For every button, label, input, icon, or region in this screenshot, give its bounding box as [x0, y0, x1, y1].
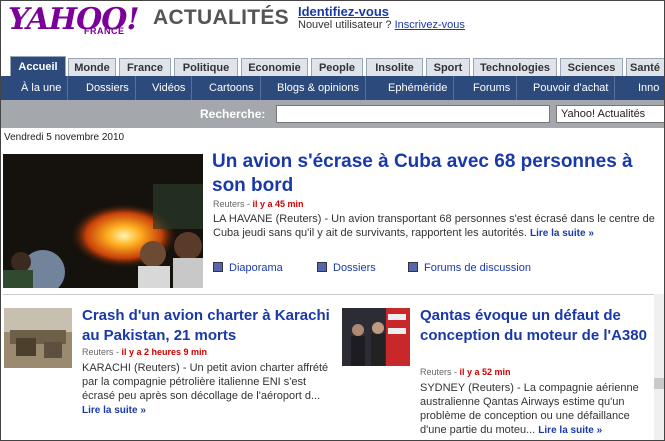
- subnav-forums[interactable]: Forums: [467, 76, 518, 100]
- folder-icon: [317, 262, 327, 272]
- tab-economie[interactable]: Economie: [241, 58, 308, 76]
- story-image-karachi[interactable]: [4, 308, 72, 368]
- story-source: Reuters - il y a 52 min: [420, 367, 511, 377]
- source-name: Reuters: [82, 347, 114, 357]
- dossiers-link[interactable]: Dossiers: [317, 262, 376, 274]
- forums-link[interactable]: Forums de discussion: [408, 262, 531, 274]
- tab-politique[interactable]: Politique: [174, 58, 238, 76]
- subnav-blogs-opinions[interactable]: Blogs & opinions: [271, 76, 366, 100]
- current-date: Vendredi 5 novembre 2010: [4, 132, 125, 143]
- search-bar: Recherche: Yahoo! Actualités: [0, 100, 665, 128]
- tab-insolite[interactable]: Insolite: [366, 58, 423, 76]
- tab-accueil[interactable]: Accueil: [10, 56, 66, 76]
- read-more-link[interactable]: Lire la suite »: [538, 425, 602, 436]
- register-link[interactable]: Inscrivez-vous: [395, 19, 465, 31]
- story-source: Reuters - il y a 2 heures 9 min: [82, 347, 208, 357]
- read-more-link[interactable]: Lire la suite »: [82, 405, 146, 416]
- search-label: Recherche:: [200, 107, 266, 121]
- story-summary: KARACHI (Reuters) - Un petit avion chart…: [82, 361, 330, 418]
- plane-crash-photo: [3, 154, 203, 288]
- story-summary-text: SYDNEY (Reuters) - La compagnie aérienne…: [420, 382, 639, 436]
- subnav-a-la-une[interactable]: À la une: [15, 76, 69, 100]
- subnav-dossiers[interactable]: Dossiers: [80, 76, 136, 100]
- vertical-scrollbar[interactable]: [654, 294, 665, 441]
- main-tabs: Accueil Monde France Politique Economie …: [0, 56, 665, 76]
- section-title[interactable]: ACTUALITÉS: [153, 6, 289, 30]
- tab-monde[interactable]: Monde: [68, 58, 116, 76]
- source-time: il y a 2 heures 9 min: [121, 347, 208, 357]
- source-time: il y a 52 min: [459, 367, 511, 377]
- search-input[interactable]: [276, 105, 550, 123]
- source-name: Reuters: [420, 367, 452, 377]
- story-title[interactable]: Crash d'un avion charter à Karachi au Pa…: [82, 306, 332, 346]
- tab-france[interactable]: France: [119, 58, 171, 76]
- divider: [3, 294, 661, 295]
- header: YAHOO! FRANCE ACTUALITÉS Identifiez-vous…: [0, 0, 665, 56]
- tab-technologies[interactable]: Technologies: [473, 58, 557, 76]
- story-summary-text: KARACHI (Reuters) - Un petit avion chart…: [82, 362, 329, 402]
- read-more-link[interactable]: Lire la suite »: [530, 228, 594, 239]
- tab-people[interactable]: People: [311, 58, 363, 76]
- story-title[interactable]: Qantas évoque un défaut de conception du…: [420, 306, 650, 346]
- new-user-text: Nouvel utilisateur ?: [298, 19, 395, 31]
- lead-story-title[interactable]: Un avion s'écrase à Cuba avec 68 personn…: [212, 150, 658, 198]
- source-name: Reuters: [213, 199, 245, 209]
- new-user-line: Nouvel utilisateur ? Inscrivez-vous: [298, 19, 465, 31]
- signin-link[interactable]: Identifiez-vous: [298, 4, 389, 19]
- karachi-photo: [4, 308, 72, 368]
- source-time: il y a 45 min: [252, 199, 304, 209]
- subnav-pouvoir-achat[interactable]: Pouvoir d'achat: [527, 76, 616, 100]
- tab-sciences[interactable]: Sciences: [560, 58, 623, 76]
- slideshow-label: Diaporama: [229, 262, 283, 274]
- dossiers-label: Dossiers: [333, 262, 376, 274]
- logo-subtitle: FRANCE: [84, 26, 125, 36]
- tab-sport[interactable]: Sport: [426, 58, 470, 76]
- subnav-cartoons[interactable]: Cartoons: [203, 76, 261, 100]
- slideshow-icon: [213, 262, 223, 272]
- lead-story-source: Reuters - il y a 45 min: [213, 199, 304, 209]
- subnav-ephemeride[interactable]: Ephéméride: [382, 76, 455, 100]
- sub-navigation: À la une Dossiers Vidéos Cartoons Blogs …: [0, 76, 665, 100]
- forum-icon: [408, 262, 418, 272]
- tab-sante[interactable]: Santé: [626, 58, 665, 76]
- subnav-innovation[interactable]: Inno: [632, 76, 665, 100]
- story-image-qantas[interactable]: [342, 308, 410, 366]
- lead-story-image[interactable]: [3, 154, 203, 288]
- qantas-photo: [342, 308, 410, 366]
- forums-label: Forums de discussion: [424, 262, 531, 274]
- search-scope-select[interactable]: Yahoo! Actualités: [556, 105, 665, 123]
- subnav-videos[interactable]: Vidéos: [146, 76, 193, 100]
- story-summary: SYDNEY (Reuters) - La compagnie aérienne…: [420, 381, 654, 438]
- scroll-down-arrow-icon[interactable]: [654, 378, 665, 389]
- lead-story-summary: LA HAVANE (Reuters) - Un avion transport…: [213, 212, 657, 241]
- slideshow-link[interactable]: Diaporama: [213, 262, 283, 274]
